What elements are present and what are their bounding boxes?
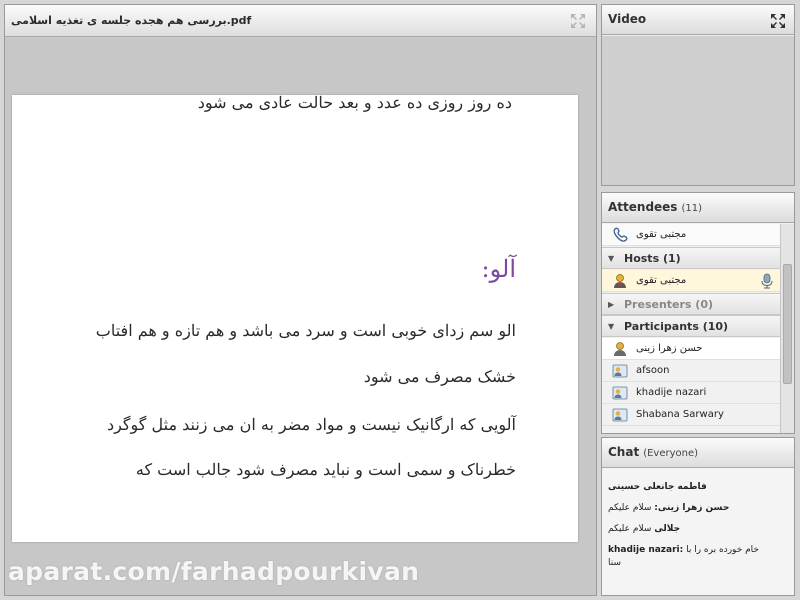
document-page: ده روز روزی ده عدد و بعد حالت عادی می شو… bbox=[12, 93, 578, 542]
attendee-self-row[interactable]: مجتبی تقوی bbox=[602, 224, 780, 246]
attendee-name: مجتبی تقوی bbox=[636, 275, 687, 286]
attendees-list: مجتبی تقوی ▼ Hosts (1) مجتبی تقوی ▶ Pres… bbox=[602, 224, 794, 433]
attendees-title: Attendees (11) bbox=[608, 200, 702, 214]
chat-text: خام خورده بره را با bbox=[686, 545, 759, 555]
participant-row-partial[interactable] bbox=[602, 426, 780, 433]
chat-pod: Chat (Everyone) فاطمه جانعلی حسینی حسن زه… bbox=[601, 437, 795, 596]
attendees-count: (11) bbox=[681, 203, 702, 214]
user-card-icon bbox=[612, 408, 628, 422]
group-label: Participants (10) bbox=[624, 320, 729, 333]
document-text-line: خشک مصرف می شود bbox=[363, 367, 516, 386]
chat-text: سلام علیکم bbox=[608, 503, 652, 513]
participant-row[interactable]: khadije nazari bbox=[602, 382, 780, 404]
chat-title: Chat (Everyone) bbox=[608, 445, 698, 459]
participant-row[interactable]: afsoon bbox=[602, 360, 780, 382]
document-viewer[interactable]: ده روز روزی ده عدد و بعد حالت عادی می شو… bbox=[5, 38, 596, 595]
document-text-line: آلویی که ارگانیک نیست و مواد مضر به ان م… bbox=[106, 415, 516, 434]
document-title: بررسی هم هجده جلسه ی تغذیه اسلامی.pdf bbox=[11, 14, 252, 27]
video-pod-header: Video bbox=[602, 5, 794, 35]
triangle-right-icon: ▶ bbox=[608, 300, 615, 309]
group-participants[interactable]: ▼ Participants (10) bbox=[602, 315, 780, 337]
phone-icon bbox=[613, 227, 628, 242]
group-presenters[interactable]: ▶ Presenters (0) bbox=[602, 293, 780, 315]
triangle-down-icon: ▼ bbox=[608, 254, 615, 263]
attendee-name: afsoon bbox=[636, 365, 670, 376]
user-card-icon bbox=[612, 386, 628, 400]
attendee-name: khadije nazari bbox=[636, 387, 707, 398]
chat-sender: فاطمه جانعلی حسینی bbox=[608, 482, 707, 492]
group-hosts[interactable]: ▼ Hosts (1) bbox=[602, 247, 780, 269]
chat-message: فاطمه جانعلی حسینی bbox=[608, 481, 788, 494]
attendees-scrollbar[interactable] bbox=[780, 224, 794, 433]
video-pod: Video bbox=[601, 4, 795, 186]
chat-scope: (Everyone) bbox=[643, 448, 699, 459]
document-pod: بررسی هم هجده جلسه ی تغذیه اسلامی.pdf ده… bbox=[4, 4, 597, 596]
document-heading: آلو: bbox=[481, 255, 516, 283]
chat-message: حسن زهرا زینی: سلام علیکم bbox=[608, 502, 788, 515]
chat-sender: حسن زهرا زینی: bbox=[654, 503, 730, 513]
document-text-line: الو سم زدای خوبی است و سرد می باشد و هم … bbox=[95, 321, 516, 340]
attendees-pod-header: Attendees (11) bbox=[602, 193, 794, 223]
chat-text: سنا bbox=[608, 558, 621, 568]
microphone-icon[interactable] bbox=[760, 273, 774, 289]
triangle-down-icon: ▼ bbox=[608, 322, 615, 331]
group-label: Hosts (1) bbox=[624, 252, 681, 265]
watermark-text: aparat.com/farhadpourkivan bbox=[8, 557, 420, 586]
chat-pod-header: Chat (Everyone) bbox=[602, 438, 794, 468]
attendee-name: Shabana Sarwary bbox=[636, 409, 724, 420]
host-row[interactable]: مجتبی تقوی bbox=[602, 270, 780, 292]
host-user-icon bbox=[614, 274, 626, 288]
chat-text: سلام علیکم bbox=[608, 524, 652, 534]
expand-icon[interactable] bbox=[570, 13, 586, 29]
group-label: Presenters (0) bbox=[624, 298, 714, 311]
chat-message: khadije nazari: خام خورده بره را با سنا bbox=[608, 544, 788, 570]
attendee-name: حسن زهرا زینی bbox=[636, 343, 703, 354]
scrollbar-thumb[interactable] bbox=[783, 264, 792, 384]
chat-title-text: Chat bbox=[608, 445, 640, 459]
chat-sender: khadije nazari: bbox=[608, 545, 684, 555]
expand-icon[interactable] bbox=[770, 13, 786, 29]
participant-row[interactable]: حسن زهرا زینی bbox=[602, 338, 780, 360]
chat-messages: فاطمه جانعلی حسینی حسن زهرا زینی: سلام ع… bbox=[602, 469, 794, 595]
user-icon bbox=[614, 342, 626, 356]
chat-message: جلالی سلام علیکم bbox=[608, 523, 788, 536]
attendees-title-text: Attendees bbox=[608, 200, 678, 214]
attendees-pod: Attendees (11) مجتبی تقوی ▼ Hosts (1) مجت… bbox=[601, 192, 795, 434]
document-text-line: خطرناک و سمی است و نباید مصرف شود جالب ا… bbox=[135, 460, 516, 479]
video-area bbox=[602, 36, 794, 185]
attendee-name: مجتبی تقوی bbox=[636, 229, 687, 240]
video-title: Video bbox=[608, 12, 647, 26]
chat-sender: جلالی bbox=[654, 524, 681, 534]
user-card-icon bbox=[612, 364, 628, 378]
document-pod-header: بررسی هم هجده جلسه ی تغذیه اسلامی.pdf bbox=[5, 5, 596, 37]
document-text-line: ده روز روزی ده عدد و بعد حالت عادی می شو… bbox=[197, 93, 512, 112]
participant-row[interactable]: Shabana Sarwary bbox=[602, 404, 780, 426]
